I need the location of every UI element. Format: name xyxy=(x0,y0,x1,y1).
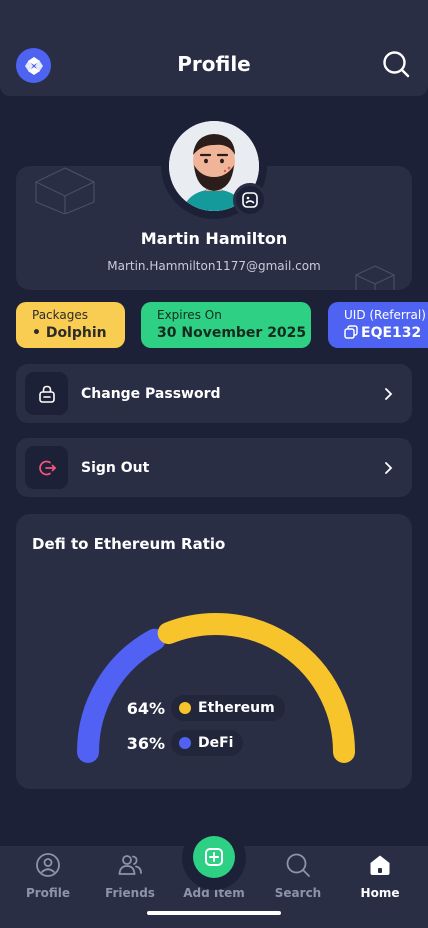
search-icon xyxy=(286,853,310,877)
change-password-row[interactable]: Change Password xyxy=(16,364,412,423)
friends-icon xyxy=(118,855,142,875)
sign-out-row[interactable]: Sign Out xyxy=(16,438,412,497)
defi-dot xyxy=(179,737,191,749)
expires-chip[interactable]: Expires On 30 November 2025 xyxy=(141,302,311,348)
expires-value: 30 November 2025 xyxy=(157,325,307,341)
nav-home-label: Home xyxy=(360,886,400,900)
legend-ethereum-name: Ethereum xyxy=(198,700,275,716)
add-item-icon[interactable] xyxy=(193,836,235,878)
top-bar: Profile xyxy=(0,0,428,96)
uid-label: UID (Referral) xyxy=(344,308,426,322)
ratio-title: Defi to Ethereum Ratio xyxy=(32,535,226,553)
legend-defi-pill: DeFi xyxy=(171,730,244,756)
ratio-card: Defi to Ethereum Ratio 64% Ethereum 36% … xyxy=(16,514,412,789)
page-title: Profile xyxy=(177,52,251,76)
profile-name: Martin Hamilton xyxy=(140,229,288,248)
legend-defi: 36% DeFi xyxy=(121,730,244,756)
legend-defi-name: DeFi xyxy=(198,735,234,751)
packages-value: • Dolphin xyxy=(32,325,107,341)
sign-out-label: Sign Out xyxy=(81,459,150,476)
legend-defi-pct: 36% xyxy=(126,733,165,753)
chevron-right-icon xyxy=(385,461,393,474)
decorative-cube-icon xyxy=(34,167,96,214)
packages-label: Packages xyxy=(32,308,88,322)
uid-code: EQE132 xyxy=(361,325,422,341)
nav-search-label: Search xyxy=(274,886,322,900)
ethereum-dot xyxy=(179,702,191,714)
nav-search[interactable]: Search xyxy=(255,846,341,900)
profile-icon xyxy=(36,853,60,877)
expires-label: Expires On xyxy=(157,308,222,322)
chevron-right-icon xyxy=(385,387,393,400)
legend-ethereum-pill: Ethereum xyxy=(171,695,285,721)
copy-icon[interactable] xyxy=(344,325,358,339)
search-icon[interactable] xyxy=(382,50,410,78)
packages-chip[interactable]: Packages • Dolphin xyxy=(16,302,125,348)
nav-profile-label: Profile xyxy=(25,886,71,900)
nav-friends-label: Friends xyxy=(105,886,155,900)
nav-friends[interactable]: Friends xyxy=(87,846,173,900)
uid-value: EQE132 xyxy=(344,325,428,341)
edit-photo-icon[interactable] xyxy=(233,183,267,217)
change-password-label: Change Password xyxy=(81,385,221,402)
sign-out-icon xyxy=(25,446,68,489)
legend-ethereum-pct: 64% xyxy=(126,698,165,718)
home-indicator xyxy=(147,911,281,915)
legend-ethereum: 64% Ethereum xyxy=(121,695,285,721)
nav-home[interactable]: Home xyxy=(337,846,423,900)
nav-profile[interactable]: Profile xyxy=(5,846,91,900)
uid-chip[interactable]: UID (Referral) EQE132 xyxy=(328,302,428,348)
profile-email: Martin.Hammilton1177@gmail.com xyxy=(107,259,321,273)
lock-icon xyxy=(25,372,68,415)
home-icon xyxy=(370,855,390,875)
